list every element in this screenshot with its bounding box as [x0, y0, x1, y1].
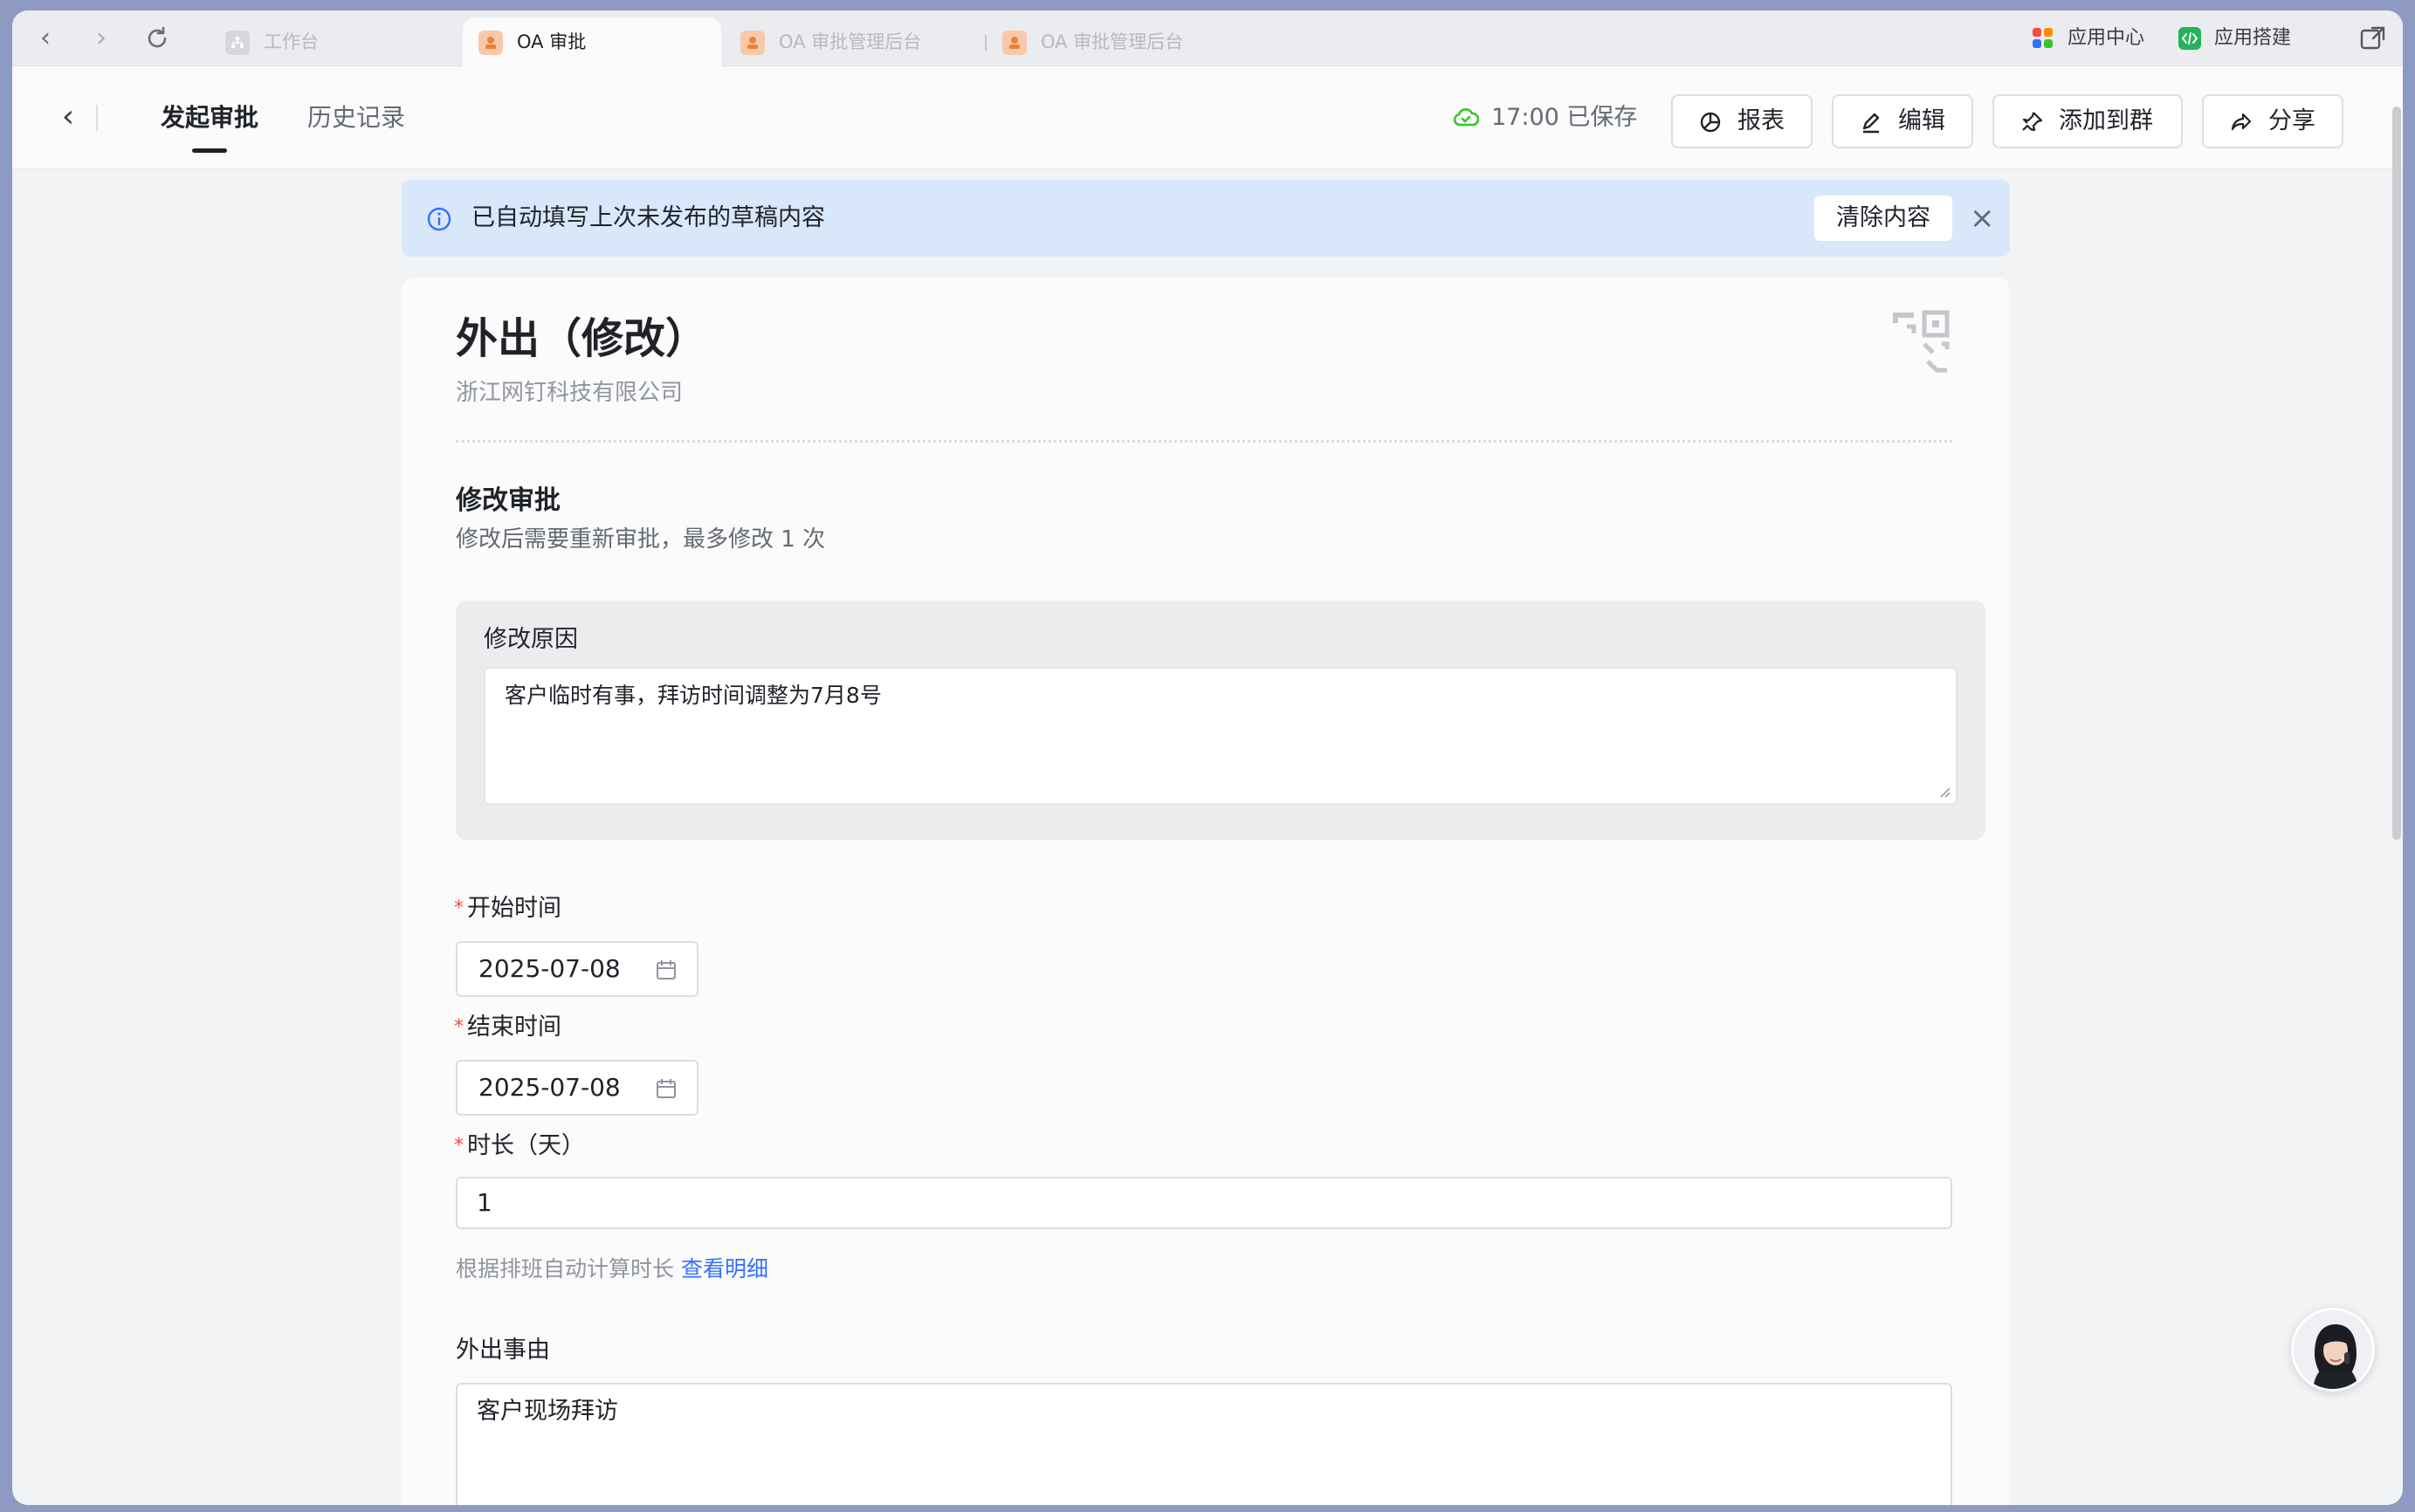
oa-approval-icon	[478, 31, 503, 55]
oa-admin-icon	[740, 31, 765, 55]
pin-icon	[2022, 112, 2043, 132]
title-divider	[456, 440, 1952, 443]
app-center-label: 应用中心	[2068, 27, 2145, 49]
app-center-icon	[2033, 28, 2053, 48]
browser-tab-workbench[interactable]: 工作台	[210, 17, 445, 66]
edit-label: 编辑	[1898, 107, 1945, 134]
modify-reason-label: 修改原因	[484, 626, 578, 653]
duration-label: * 时长（天）	[454, 1130, 585, 1163]
save-status-text: 17:00 已保存	[1491, 104, 1638, 131]
end-time-label-text: 结束时间	[467, 1014, 561, 1041]
share-label: 分享	[2268, 107, 2315, 134]
browser-tab-label: OA 审批管理后台	[1041, 31, 1184, 52]
tab-bar: ‹ › 工作台 OA 审批 OA 审批管理后台 OA 审批管理后台 应用中心 应…	[12, 10, 2403, 66]
view-details-link[interactable]: 查看明细	[681, 1256, 768, 1282]
outing-reason-value: 客户现场拜访	[477, 1398, 618, 1425]
browser-tab-label: OA 审批	[517, 31, 587, 52]
app-builder-button[interactable]: 应用搭建	[2178, 23, 2291, 54]
end-time-value: 2025-07-08	[478, 1073, 621, 1102]
resize-handle-icon[interactable]	[1938, 786, 1951, 798]
header-divider	[96, 105, 98, 131]
duration-input[interactable]: 1	[456, 1177, 1952, 1229]
tab-history[interactable]: 历史记录	[307, 101, 405, 134]
end-time-label: * 结束时间	[454, 1011, 561, 1044]
browser-tab-label: 工作台	[264, 31, 319, 52]
tab-start-approval[interactable]: 发起审批	[161, 101, 258, 134]
end-time-input[interactable]: 2025-07-08	[456, 1060, 698, 1116]
clear-content-button[interactable]: 清除内容	[1814, 196, 1952, 241]
start-time-label-text: 开始时间	[467, 895, 561, 922]
back-icon[interactable]: ‹	[51, 100, 86, 134]
assistant-avatar[interactable]	[2291, 1308, 2375, 1392]
modify-reason-group: 修改原因 客户临时有事，拜访时间调整为7月8号	[456, 601, 1985, 840]
qr-code-icon[interactable]	[1889, 309, 1952, 375]
required-mark: *	[454, 897, 464, 919]
add-to-group-label: 添加到群	[2059, 107, 2153, 134]
refresh-icon[interactable]	[141, 23, 173, 54]
browser-tab-label: OA 审批管理后台	[779, 31, 922, 52]
cloud-saved-icon	[1453, 107, 1479, 127]
report-icon	[1700, 112, 1721, 133]
duration-hint-text: 根据排班自动计算时长	[456, 1256, 675, 1282]
start-time-label: * 开始时间	[454, 892, 561, 925]
browser-tab-oa-approval[interactable]: OA 审批	[463, 17, 721, 66]
calendar-icon	[657, 1079, 676, 1098]
open-external-icon[interactable]	[2357, 23, 2389, 54]
workbench-icon	[225, 31, 250, 55]
browser-tab-oa-admin-1[interactable]: OA 审批管理后台	[725, 17, 987, 66]
share-icon	[2231, 113, 2252, 131]
app-window: ‹ › 工作台 OA 审批 OA 审批管理后台 OA 审批管理后台 应用中心 应…	[12, 10, 2403, 1505]
duration-label-text: 时长（天）	[467, 1132, 585, 1159]
report-button[interactable]: 报表	[1671, 94, 1813, 148]
report-label: 报表	[1737, 107, 1785, 134]
outing-reason-textarea[interactable]: 客户现场拜访	[456, 1383, 1952, 1505]
form-title: 外出（修改）	[456, 314, 708, 363]
banner-message: 已自动填写上次未发布的草稿内容	[471, 204, 825, 231]
company-name: 浙江网钉科技有限公司	[456, 380, 684, 406]
duration-hint: 根据排班自动计算时长 查看明细	[456, 1254, 768, 1285]
close-icon[interactable]: ×	[1970, 201, 1995, 236]
browser-tab-oa-admin-2[interactable]: OA 审批管理后台	[987, 17, 1249, 66]
app-builder-icon	[2178, 27, 2201, 50]
modify-reason-textarea[interactable]: 客户临时有事，拜访时间调整为7月8号	[484, 667, 1957, 805]
save-status: 17:00 已保存	[1453, 101, 1637, 134]
nav-forward-icon[interactable]: ›	[86, 23, 117, 54]
calendar-icon	[657, 960, 676, 979]
draft-banner: 已自动填写上次未发布的草稿内容 清除内容 ×	[402, 180, 2010, 257]
active-tab-indicator	[192, 148, 227, 153]
page-scrollbar[interactable]	[2392, 107, 2401, 840]
required-mark: *	[454, 1016, 464, 1038]
info-icon	[427, 207, 451, 231]
duration-value: 1	[477, 1188, 492, 1217]
page-header: ‹ 发起审批 历史记录 17:00 已保存 报表 编辑 添加到群 分享	[12, 66, 2403, 169]
outing-reason-label: 外出事由	[456, 1337, 550, 1364]
edit-button[interactable]: 编辑	[1832, 94, 1973, 148]
app-builder-label: 应用搭建	[2214, 27, 2292, 49]
edit-icon	[1862, 113, 1880, 134]
start-time-value: 2025-07-08	[478, 954, 621, 983]
section-title: 修改审批	[456, 485, 561, 516]
form-card: 外出（修改） 浙江网钉科技有限公司 修改审批 修改后需要重新审批，最多修改 1 …	[402, 278, 2010, 1505]
section-subtitle: 修改后需要重新审批，最多修改 1 次	[456, 526, 826, 553]
share-button[interactable]: 分享	[2202, 94, 2343, 148]
add-to-group-button[interactable]: 添加到群	[1992, 94, 2183, 148]
oa-admin-icon	[1002, 31, 1027, 55]
modify-reason-value: 客户临时有事，拜访时间调整为7月8号	[505, 683, 882, 708]
app-center-button[interactable]: 应用中心	[2031, 23, 2144, 54]
start-time-input[interactable]: 2025-07-08	[456, 941, 698, 997]
required-mark: *	[454, 1135, 464, 1157]
nav-back-icon[interactable]: ‹	[30, 23, 61, 54]
assistant-avatar-image	[2294, 1310, 2372, 1389]
